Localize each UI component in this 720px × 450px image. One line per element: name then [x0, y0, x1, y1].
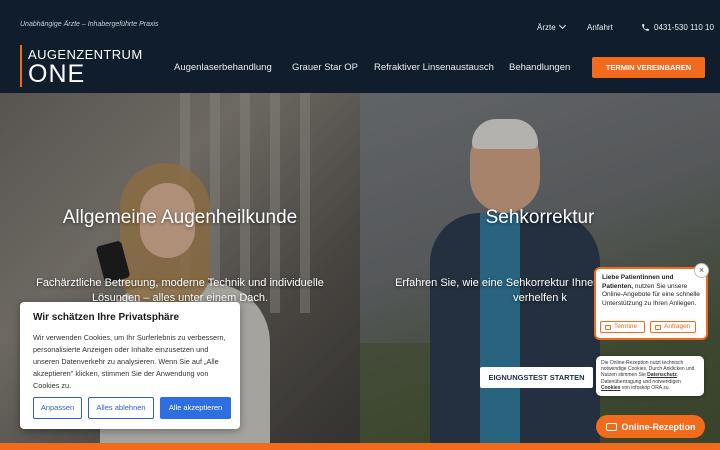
accent-strip — [0, 443, 720, 450]
online-rezeption-button[interactable]: Online-Rezeption — [596, 415, 705, 438]
chevron-down-icon — [558, 21, 566, 30]
site-header: Unabhängige Ärzte – Inhabergeführte Prax… — [0, 0, 720, 93]
logo[interactable]: AUGENZENTRUM ONE — [20, 45, 145, 89]
tagline: Unabhängige Ärzte – Inhabergeführte Prax… — [20, 21, 159, 28]
appointment-button[interactable]: TERMIN VEREINBAREN — [592, 57, 705, 78]
message-icon — [655, 324, 661, 330]
logo-bottom-text: ONE — [28, 60, 86, 88]
cookie-buttons: Anpassen Alles ablehnen Alle akzeptieren — [33, 397, 231, 419]
chat-buttons: Termine Anfragen — [600, 321, 696, 333]
nav-behandlungen[interactable]: Behandlungen — [509, 62, 570, 73]
chat-bubble-icon — [605, 422, 617, 431]
cookie-accept-button[interactable]: Alle akzeptieren — [160, 397, 231, 419]
chat-termine-button[interactable]: Termine — [600, 321, 645, 333]
logo-bar — [20, 45, 22, 87]
chat-greeting: Liebe Patientinnen und Patienten, nutzen… — [602, 274, 700, 308]
chat-close-button[interactable]: × — [694, 263, 709, 278]
nav-augenlaser[interactable]: Augenlaserbehandlung — [174, 62, 272, 73]
phone-link[interactable]: 0431-530 110 10 — [641, 23, 714, 32]
cookie-text: Wir verwenden Cookies, um Ihr Surferlebn… — [33, 333, 226, 390]
calendar-icon — [605, 324, 611, 330]
aerzte-label: Ärzte — [537, 23, 556, 32]
chat-privacy-note: Die Online-Rezeption nutzt technisch not… — [596, 356, 704, 396]
nav-grauer-star[interactable]: Grauer Star OP — [292, 62, 358, 73]
cookie-reject-button[interactable]: Alles ablehnen — [88, 397, 154, 419]
cookie-customize-button[interactable]: Anpassen — [33, 397, 82, 419]
eignungstest-button[interactable]: EIGNUNGSTEST STARTEN — [480, 367, 593, 388]
online-rezeption-label: Online-Rezeption — [621, 421, 696, 432]
privacy-link-cookies[interactable]: Cookies — [601, 385, 620, 391]
chat-anfragen-button[interactable]: Anfragen — [650, 321, 696, 333]
hero-title-left: Allgemeine Augenheilkunde — [62, 207, 298, 228]
cookie-banner: Wir schätzen Ihre Privatsphäre Wir verwe… — [20, 302, 240, 429]
phone-number: 0431-530 110 10 — [654, 23, 714, 32]
hero-title-right: Sehkorrektur — [485, 207, 595, 228]
anfahrt-link[interactable]: Anfahrt — [587, 23, 613, 32]
chat-termine-label: Termine — [614, 323, 638, 330]
privacy-text-post: von infoskop ORA zu. — [620, 384, 670, 391]
nav-linsenaustausch[interactable]: Refraktiver Linsenaustausch — [374, 62, 494, 73]
aerzte-dropdown[interactable]: Ärzte — [537, 21, 566, 32]
chat-anfragen-label: Anfragen — [664, 323, 691, 330]
privacy-link-datenschutz[interactable]: Datenschutz — [647, 372, 677, 378]
phone-icon — [642, 24, 649, 31]
cookie-title: Wir schätzen Ihre Privatsphäre — [33, 312, 180, 323]
